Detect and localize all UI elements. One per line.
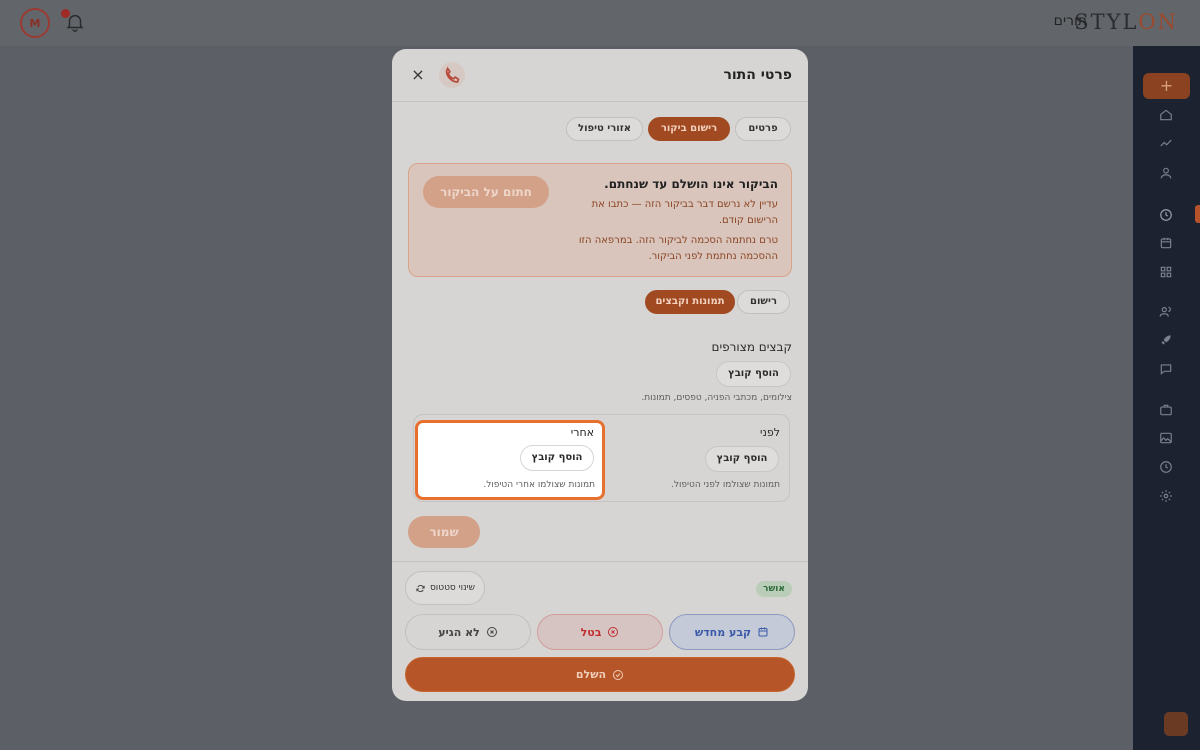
image-icon[interactable]	[1159, 431, 1173, 445]
complete-label: השלם	[575, 668, 607, 681]
check-circle-icon	[612, 669, 624, 681]
sign-visit-button[interactable]: חתום על הביקור	[423, 176, 549, 208]
no-show-button[interactable]: לא הגיע	[405, 614, 531, 650]
change-status-button[interactable]: שינוי סטטוס	[405, 571, 485, 605]
calendar-icon[interactable]	[1159, 236, 1173, 250]
subtab-images-files[interactable]: תמונות וקבצים	[645, 290, 735, 314]
refresh-icon	[415, 583, 426, 594]
clock-icon[interactable]	[1159, 208, 1173, 222]
grid-icon[interactable]	[1159, 265, 1173, 279]
sidebar-add-button[interactable]: +	[1143, 73, 1190, 99]
chat-icon[interactable]	[1159, 362, 1173, 376]
modal-title: פרטי התור	[723, 67, 792, 83]
rocket-icon[interactable]	[1159, 333, 1173, 347]
save-button[interactable]: שמור	[408, 516, 480, 548]
briefcase-icon[interactable]	[1159, 403, 1173, 417]
after-title: אחרי	[570, 426, 594, 439]
phone-icon[interactable]	[439, 62, 465, 88]
users-icon[interactable]	[1159, 305, 1173, 319]
after-hint: תמונות שצולמו אחרי הטיפול.	[483, 480, 595, 490]
sidebar-bottom-action[interactable]	[1164, 712, 1188, 736]
cancel-button[interactable]: בטל	[537, 614, 663, 650]
unsigned-visit-warning: הביקור אינו הושלם עד שנחתם. עדיין לא נרש…	[408, 163, 792, 277]
footer-divider	[392, 561, 808, 562]
settings-gear-icon[interactable]	[1159, 489, 1173, 503]
after-card: אחרי הוסף קובץ תמונות שצולמו אחרי הטיפול…	[415, 420, 605, 500]
before-hint: תמונות שצולמו לפני הטיפול.	[670, 480, 780, 490]
x-circle-icon	[486, 626, 498, 638]
header-divider	[392, 101, 808, 102]
history-icon[interactable]	[1159, 460, 1173, 474]
home-icon[interactable]	[1159, 108, 1173, 122]
sidebar: +	[1133, 46, 1200, 750]
user-icon[interactable]	[1159, 166, 1173, 180]
add-after-file-button[interactable]: הוסף קובץ	[520, 445, 594, 471]
cancel-label: בטל	[580, 625, 602, 639]
add-before-file-button[interactable]: הוסף קובץ	[705, 446, 779, 472]
subtab-record[interactable]: רישום	[737, 290, 790, 314]
sidebar-active-indicator	[1195, 205, 1200, 223]
before-title: לפני	[760, 426, 780, 439]
avatar[interactable]: M	[20, 8, 50, 38]
brand-logo[interactable]: STYLON	[1074, 10, 1178, 34]
reschedule-label: קבע מחדש	[694, 625, 752, 639]
warning-title: הביקור אינו הושלם עד שנחתם.	[604, 177, 778, 191]
tab-visit-record[interactable]: רישום ביקור	[648, 117, 730, 141]
close-icon[interactable]: ×	[410, 65, 426, 85]
attachments-hint: צילומים, מכתבי הפניה, טפסים, תמונות.	[641, 393, 792, 403]
top-bar: STYLON תורים M	[0, 0, 1200, 46]
cancel-circle-icon	[607, 626, 619, 638]
calendar-icon	[757, 626, 769, 638]
warning-no-record-text: עדיין לא נרשם דבר בביקור הזה — כתבו את ה…	[591, 199, 778, 226]
nav-link-appointments[interactable]: תורים	[1054, 13, 1087, 29]
status-badge: אושר	[756, 581, 792, 597]
bell-icon[interactable]	[61, 9, 86, 33]
add-attachment-button[interactable]: הוסף קובץ	[716, 361, 791, 387]
trend-icon[interactable]	[1159, 136, 1173, 150]
attachments-title: קבצים מצורפים	[711, 340, 792, 354]
no-show-label: לא הגיע	[438, 625, 480, 639]
reschedule-button[interactable]: קבע מחדש	[669, 614, 795, 650]
complete-button[interactable]: השלם	[405, 657, 795, 692]
tab-treatment-areas[interactable]: אזורי טיפול	[566, 117, 643, 141]
warning-consent-text: טרם נחתמה הסכמה לביקור הזה. במרפאה הזו ה…	[578, 235, 778, 262]
tab-details[interactable]: פרטים	[735, 117, 791, 141]
notification-badge	[61, 9, 70, 18]
change-status-label: שינוי סטטוס	[429, 583, 476, 593]
appointment-details-modal: פרטי התור × פרטים רישום ביקור אזורי טיפו…	[392, 49, 808, 701]
